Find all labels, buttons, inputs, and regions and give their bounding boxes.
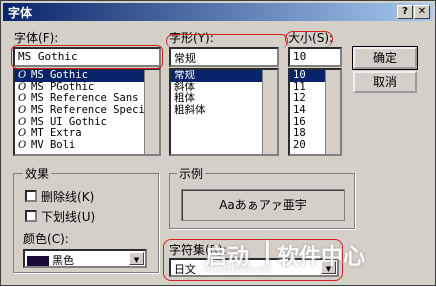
dialog-title: 字体	[8, 6, 33, 20]
help-button[interactable]: ?	[397, 5, 413, 19]
font-list-item-label: MV Boli	[31, 139, 76, 152]
font-list-item[interactable]: O MV Boli	[15, 139, 159, 152]
font-label: 字体(F):	[14, 29, 58, 46]
watermark-subtitle: 软件中心	[277, 245, 366, 270]
font-dialog: 字体 ? ✕ 字体(F): MS Gothic O MS Gothic O MS PG…	[0, 0, 436, 286]
underline-checkbox[interactable]	[25, 210, 37, 222]
size-list-item-label: 18	[293, 127, 306, 140]
opentype-icon: O	[18, 105, 27, 117]
font-list-item-label: MS Gothic	[31, 69, 88, 81]
font-list[interactable]: O MS Gothic O MS PGothic O MS Reference Sans O…	[13, 68, 161, 156]
title-bar: 字体 ? ✕	[3, 3, 433, 21]
font-list-item-label: MS UI Gothic	[31, 115, 107, 128]
style-list[interactable]: 常规 斜体 粗体 粗斜体	[169, 68, 279, 156]
underline-label[interactable]: 下划线(U)	[41, 208, 95, 225]
color-label-text: 颜色	[23, 232, 48, 246]
cancel-button[interactable]: 取消	[353, 71, 417, 93]
strikeout-checkbox[interactable]	[25, 190, 37, 202]
style-list-item-label: 粗体	[174, 92, 195, 105]
size-list-item-label: 12	[293, 92, 306, 105]
font-list-item-label: MS Reference Sans	[31, 92, 139, 105]
ok-button[interactable]: 确定	[352, 46, 418, 70]
strikeout-text: 删除线	[41, 190, 78, 204]
chevron-down-icon[interactable]: ▼	[129, 252, 144, 265]
watermark-divider: |	[263, 237, 272, 265]
strikeout-key: (K)	[77, 190, 95, 204]
size-list-item-label: 10	[293, 69, 306, 81]
sample-title: 示例	[177, 165, 206, 182]
size-list-item-label: 16	[293, 115, 306, 128]
color-select[interactable]: 黑色 ▼	[23, 249, 147, 268]
sample-preview: Aaあぁアァ亜宇	[181, 189, 345, 221]
font-list-item-label: MT Extra	[31, 127, 82, 140]
font-list-item-label: MS PGothic	[31, 80, 95, 93]
opentype-icon: O	[18, 128, 27, 140]
watermark-url: www.QIDONG.COM	[205, 265, 272, 273]
opentype-icon: O	[18, 116, 27, 128]
annotation-oval-size	[285, 31, 333, 47]
color-label: 颜色(C):	[23, 230, 69, 247]
style-list-item-label: 斜体	[174, 80, 195, 93]
opentype-icon: O	[18, 140, 27, 152]
annotation-oval-style	[166, 34, 288, 48]
opentype-icon: O	[18, 70, 27, 81]
opentype-icon: O	[18, 93, 27, 105]
color-swatch	[27, 255, 49, 266]
font-list-scrollbar[interactable]	[144, 70, 159, 154]
annotation-oval-font	[11, 45, 163, 69]
underline-key: (U)	[77, 210, 96, 224]
color-select-value: 黑色	[52, 254, 74, 267]
style-input[interactable]: 常规	[169, 47, 279, 67]
underline-text: 下划线	[41, 210, 78, 224]
effects-title: 效果	[23, 165, 52, 182]
watermark: 启动 | 软件中心 www.QIDONG.COM	[191, 235, 436, 287]
strikeout-label[interactable]: 删除线(K)	[41, 188, 94, 205]
style-list-item-label: 常规	[174, 69, 195, 81]
color-label-key: (C):	[47, 232, 69, 246]
close-button[interactable]: ✕	[414, 5, 430, 19]
size-list-scrollbar[interactable]	[325, 70, 340, 154]
opentype-icon: O	[18, 81, 27, 93]
font-list-item-label: MS Reference Speci	[31, 104, 145, 117]
size-input[interactable]: 10	[288, 47, 342, 67]
font-label-text: 字体	[14, 31, 39, 45]
font-label-key: (F):	[38, 31, 59, 45]
style-list-item-label: 粗斜体	[174, 104, 206, 117]
size-list-item-label: 14	[293, 104, 306, 117]
size-list-item-label: 11	[293, 80, 306, 93]
size-list-item-label: 20	[293, 139, 306, 152]
size-list[interactable]: 10 11 12 14 16 18 20	[288, 68, 342, 156]
style-list-scrollbar[interactable]	[262, 70, 277, 154]
